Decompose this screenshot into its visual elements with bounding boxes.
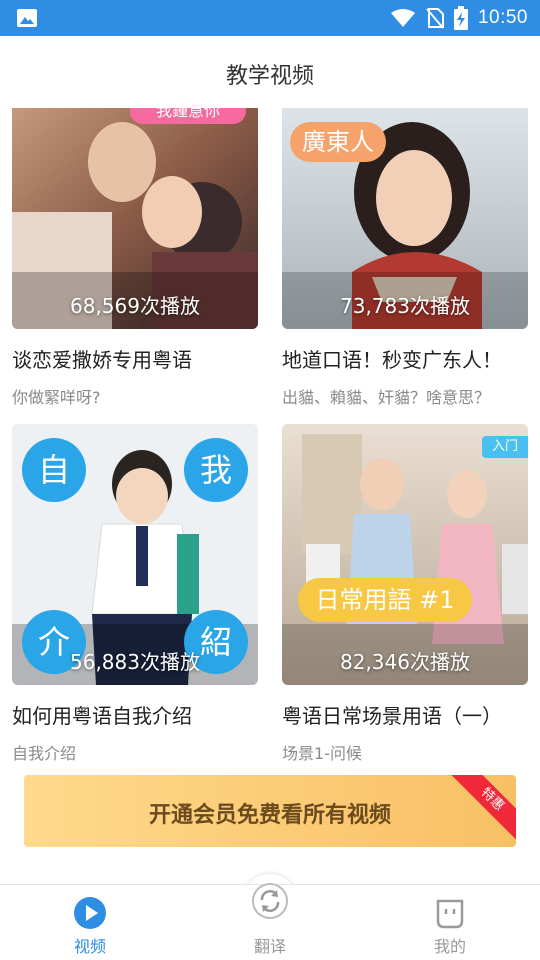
video-subtitle: 场景1-问候: [282, 744, 362, 763]
video-title[interactable]: 谈恋爱撒娇专用粤语: [12, 344, 192, 373]
nav-label: 视频: [73, 937, 106, 956]
video-thumbnail[interactable]: 廣東人 73,783次播放: [282, 108, 528, 329]
video-grid[interactable]: 我鍾意你 68,569次播放 谈恋爱撒娇专用粤语 你做緊咩呀? 廣東人 73,7…: [0, 108, 540, 884]
nav-item-translate[interactable]: 翻译: [210, 883, 330, 960]
video-subtitle: 自我介绍: [12, 744, 77, 763]
play-count: 68,569次播放: [70, 294, 200, 318]
thumb-tag: 自: [22, 438, 86, 502]
nav-item-profile[interactable]: 我的: [390, 885, 510, 960]
level-badge: 入门: [481, 436, 528, 458]
vip-banner-label: 开通会员免费看所有视频: [148, 803, 391, 828]
video-thumbnail[interactable]: 我鍾意你 68,569次播放: [12, 108, 258, 329]
page-title: 教学视频: [225, 64, 314, 89]
profile-icon: [436, 899, 464, 929]
nav-label: 我的: [433, 937, 466, 956]
video-subtitle: 出貓、賴貓、奸貓？啥意思？: [282, 388, 491, 407]
translate-icon: [252, 883, 288, 919]
gallery-icon: [17, 9, 37, 27]
video-thumbnail[interactable]: 自 我 介 紹 56,883次播放: [12, 424, 258, 685]
vip-banner-button[interactable]: 开通会员免费看所有视频 特惠: [24, 775, 516, 847]
no-sim-icon: [426, 8, 444, 29]
play-count: 73,783次播放: [340, 294, 470, 318]
thumb-caption: 日常用語 #1: [298, 578, 472, 622]
thumb-tag: 我: [184, 438, 248, 502]
thumb-caption: 廣東人: [290, 122, 386, 162]
video-thumbnail[interactable]: 入门 日常用語 #1 82,346次播放: [282, 424, 528, 685]
thumb-caption: 我鍾意你: [130, 108, 246, 124]
wifi-icon: [390, 9, 415, 27]
play-count: 56,883次播放: [70, 650, 200, 674]
video-title[interactable]: 地道口语！秒变广东人！: [282, 344, 502, 373]
nav-item-video[interactable]: 视频: [30, 885, 150, 960]
video-title[interactable]: 如何用粤语自我介绍: [12, 700, 192, 729]
video-title[interactable]: 粤语日常场景用语（一）: [282, 700, 502, 729]
clock: 10:50: [477, 7, 528, 28]
battery-charging-icon: [453, 6, 468, 30]
play-icon: [74, 897, 106, 929]
nav-label: 翻译: [253, 937, 286, 956]
bottom-nav: 视频 翻译 我的: [0, 883, 540, 960]
play-count: 82,346次播放: [340, 650, 470, 674]
video-subtitle: 你做緊咩呀?: [12, 388, 101, 407]
title-bar: 教学视频: [0, 36, 540, 108]
status-bar: 10:50: [0, 0, 540, 36]
